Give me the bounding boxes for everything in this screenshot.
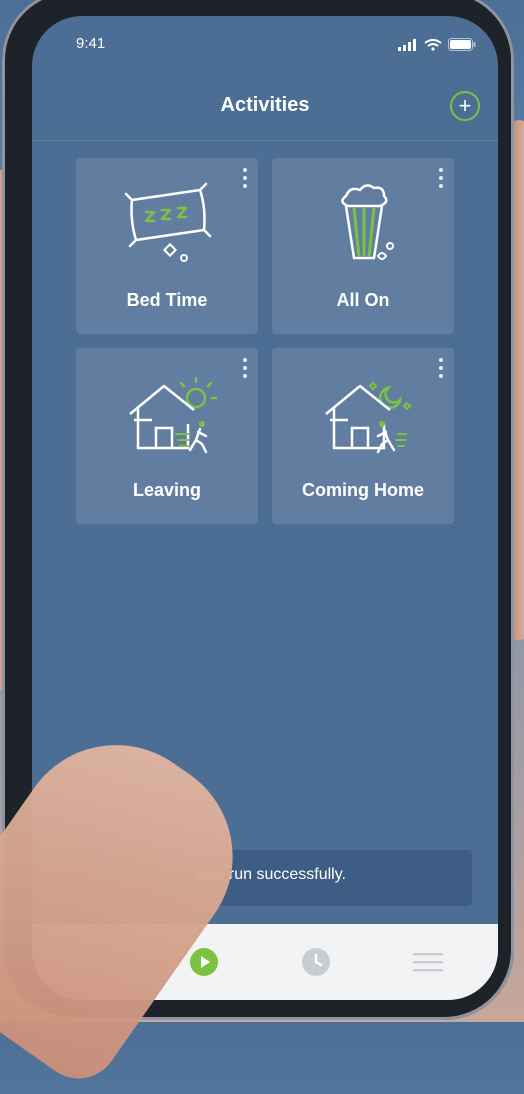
page-title: Activities <box>220 94 310 116</box>
house-leaving-icon <box>76 372 258 462</box>
tab-history[interactable] <box>296 942 336 982</box>
activity-card-coming-home[interactable]: Coming Home <box>272 348 454 524</box>
popcorn-icon <box>272 182 454 272</box>
pillow-icon <box>76 182 258 272</box>
status-icons <box>398 38 476 51</box>
status-bar: 9:41 <box>32 16 498 76</box>
activity-label: Leaving <box>132 480 202 500</box>
hamburger-icon <box>413 953 443 972</box>
activity-label: Bed Time <box>126 290 208 310</box>
signal-icon <box>398 38 416 51</box>
clock-icon <box>302 948 330 976</box>
activity-card-bed-time[interactable]: Bed Time <box>76 158 258 334</box>
battery-icon <box>448 38 476 51</box>
activity-label: All On <box>336 290 390 310</box>
activity-card-leaving[interactable]: Leaving <box>76 348 258 524</box>
add-activity-button[interactable]: + <box>450 91 480 121</box>
plus-icon: + <box>458 93 472 118</box>
status-time: 9:41 <box>76 35 106 52</box>
house-coming-home-icon <box>272 372 454 462</box>
tab-menu[interactable] <box>408 942 448 982</box>
play-icon <box>190 948 218 976</box>
activity-label: Coming Home <box>301 480 424 500</box>
wifi-icon <box>424 38 442 51</box>
header: Activities + <box>32 76 498 141</box>
activity-card-all-on[interactable]: All On <box>272 158 454 334</box>
